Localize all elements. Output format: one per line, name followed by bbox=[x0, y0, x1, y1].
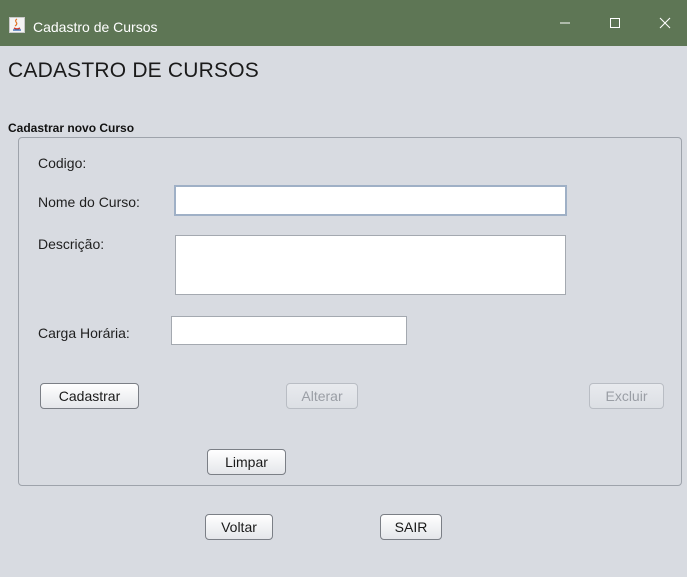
java-app-icon bbox=[9, 17, 25, 33]
window-title: Cadastro de Cursos bbox=[33, 19, 158, 35]
cadastrar-button[interactable]: Cadastrar bbox=[40, 383, 139, 409]
nome-curso-input[interactable] bbox=[174, 185, 567, 216]
minimize-button[interactable] bbox=[543, 8, 587, 38]
nome-curso-label: Nome do Curso: bbox=[38, 194, 140, 210]
section-title: Cadastrar novo Curso bbox=[8, 121, 135, 135]
app-window: Cadastro de Cursos CADASTRO DE CURSOS Ca… bbox=[0, 0, 687, 577]
title-bar[interactable]: Cadastro de Cursos bbox=[0, 0, 687, 46]
voltar-button[interactable]: Voltar bbox=[205, 514, 273, 540]
carga-horaria-label: Carga Horária: bbox=[38, 325, 130, 341]
descricao-label: Descrição: bbox=[38, 236, 105, 252]
descricao-textarea[interactable] bbox=[175, 235, 566, 295]
excluir-button[interactable]: Excluir bbox=[589, 383, 664, 409]
limpar-button[interactable]: Limpar bbox=[207, 449, 286, 475]
carga-horaria-input[interactable] bbox=[171, 316, 407, 345]
maximize-button[interactable] bbox=[593, 8, 637, 38]
maximize-icon bbox=[610, 18, 620, 28]
close-icon bbox=[659, 17, 671, 29]
close-button[interactable] bbox=[643, 8, 687, 38]
codigo-label: Codigo: bbox=[38, 155, 87, 171]
alterar-button[interactable]: Alterar bbox=[286, 383, 358, 409]
sair-button[interactable]: SAIR bbox=[380, 514, 442, 540]
minimize-icon bbox=[560, 22, 570, 24]
page-title: CADASTRO DE CURSOS bbox=[8, 59, 259, 82]
